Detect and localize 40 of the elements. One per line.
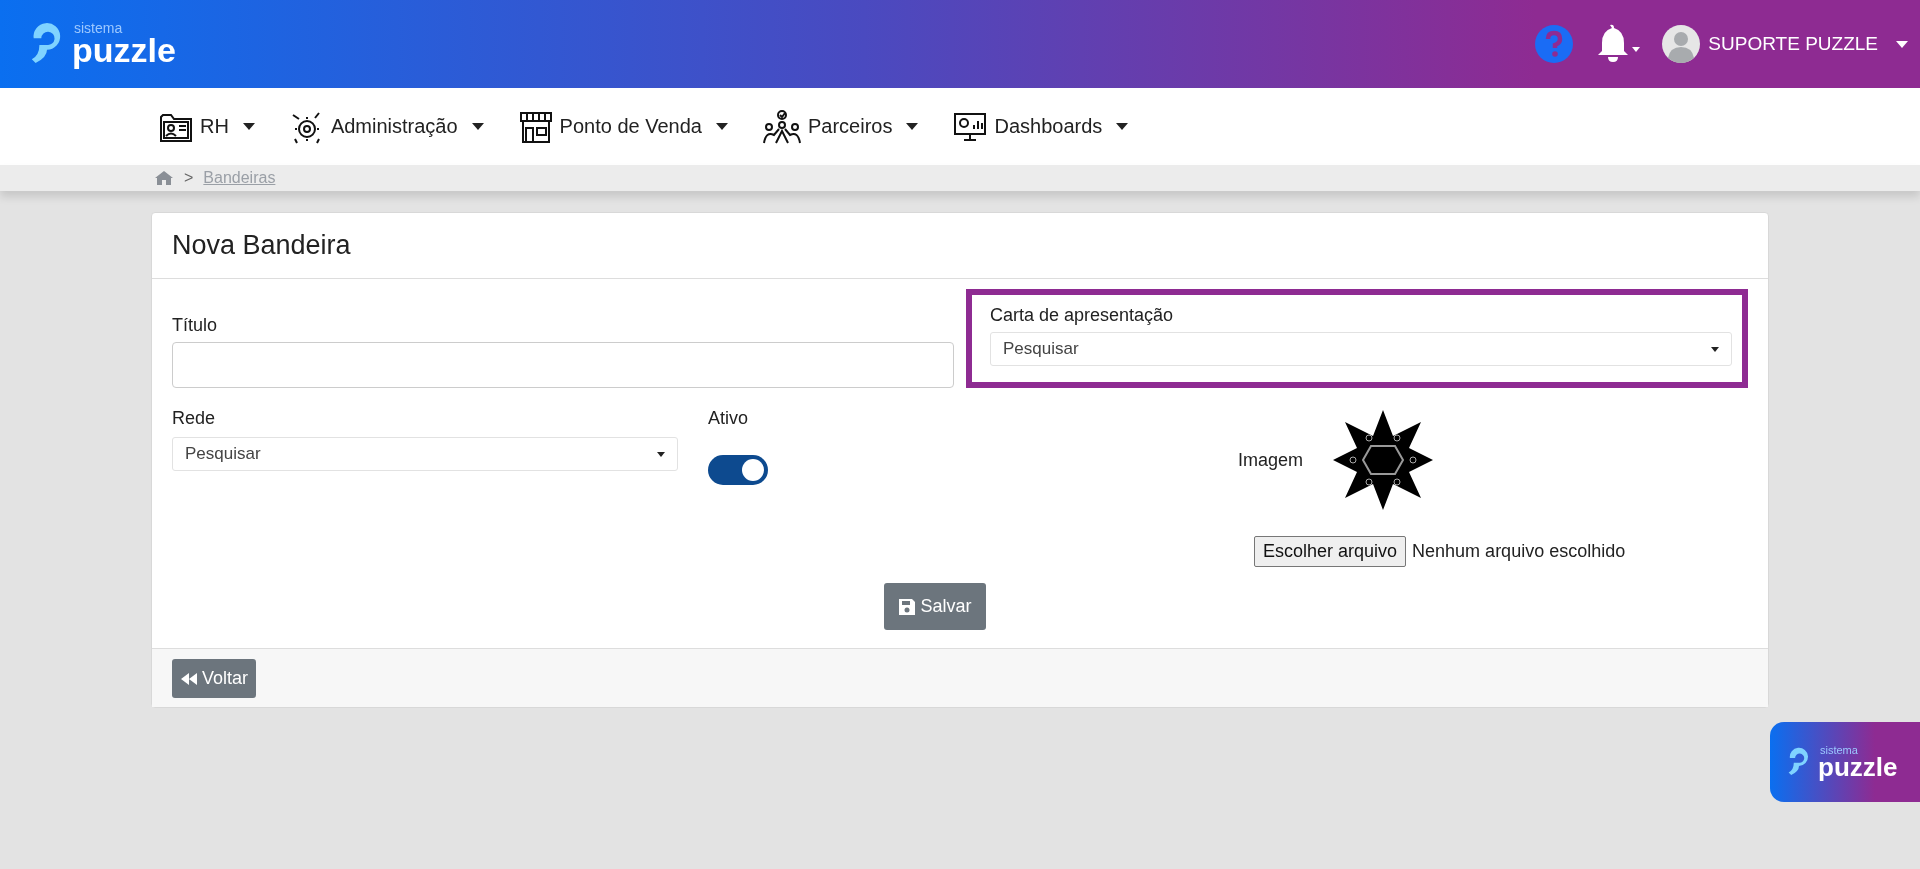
caret-icon [242, 123, 255, 130]
title-input-field[interactable] [172, 342, 954, 388]
logo-subtitle: sistema [74, 21, 124, 35]
nav-menu-item[interactable]: Administração [288, 108, 484, 145]
logo-subtitle: sistema [1820, 744, 1859, 756]
nav-menu-item[interactable]: RH [158, 108, 255, 145]
caret-icon [657, 451, 665, 457]
field-label: Título [172, 315, 219, 336]
logo-title: puzzle [72, 33, 176, 67]
nav-menu-item[interactable]: Dashboards [952, 108, 1129, 145]
field-label: Imagem [1238, 449, 1304, 471]
choose-file-button[interactable]: Escolher arquivo [1254, 536, 1407, 567]
card-title: Nova Bandeira [172, 230, 351, 261]
file-status-text: Nenhum arquivo escolhido [1412, 541, 1626, 562]
caret-icon [471, 123, 484, 130]
breadcrumb-separator: > [184, 169, 194, 187]
caret-icon [906, 123, 919, 130]
back-button[interactable]: Voltar [172, 659, 257, 698]
select-field[interactable]: Pesquisar [172, 437, 678, 471]
select-field[interactable]: Pesquisar [990, 332, 1732, 366]
caret-icon [1711, 346, 1719, 352]
floppy-icon [898, 597, 917, 616]
nav-menu-item[interactable]: Parceiros [761, 108, 919, 145]
home-icon[interactable] [154, 170, 174, 186]
field-label: Carta de apresentação [990, 305, 1175, 326]
avatar-icon[interactable] [1662, 25, 1701, 63]
people-icon [761, 108, 802, 145]
rewind-icon [180, 671, 198, 686]
field-label: Ativo [708, 408, 750, 429]
nav-menu-item[interactable]: Ponto de Venda [517, 108, 728, 145]
logo-badge[interactable]: sistema puzzle [1770, 722, 1920, 802]
field-label: Rede [172, 408, 217, 429]
caret-icon [1116, 123, 1129, 130]
save-button[interactable]: Salvar [884, 583, 986, 630]
logo[interactable]: sistema puzzle [28, 19, 176, 69]
caret-icon [1896, 40, 1908, 48]
toggle-switch[interactable] [708, 455, 768, 485]
user-menu-button[interactable]: SUPORTE PUZZLE [1708, 33, 1908, 55]
caret-icon [715, 123, 728, 130]
logo-title: puzzle [1818, 753, 1898, 780]
